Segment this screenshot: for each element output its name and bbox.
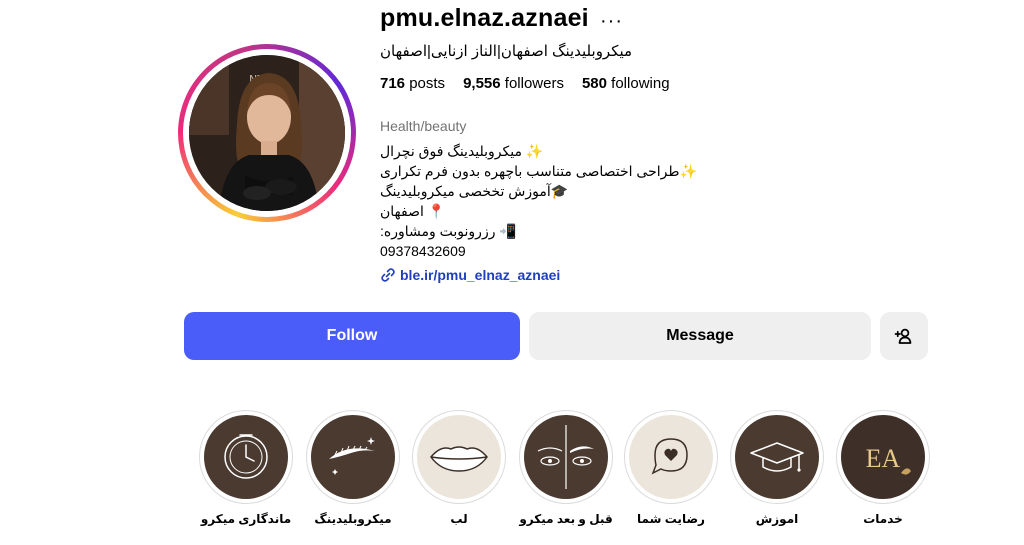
full-name: میکروبلیدینگ اصفهان|الناز ازنایی|اصفهان: [380, 43, 633, 60]
profile-link[interactable]: ble.ir/pmu_elnaz_aznaei: [380, 267, 560, 283]
graduation-cap-icon: [750, 442, 804, 472]
following-count: 580: [581, 75, 607, 92]
highlight-label: رضایت شما: [637, 512, 705, 526]
profile-stats: 716 posts 9,556 followers 580 following: [380, 75, 670, 92]
highlight-label: خدمات: [863, 512, 903, 526]
highlight-cover: [524, 415, 608, 499]
highlight-cover: [735, 415, 819, 499]
highlight-cover: [204, 415, 288, 499]
avatar-border: NTER: [183, 49, 351, 217]
highlight-cover: [417, 415, 501, 499]
highlight-ring: [306, 410, 400, 504]
following-label: following: [611, 75, 670, 92]
more-options-icon[interactable]: ···: [600, 10, 623, 33]
phone-number: 09378432609: [380, 243, 466, 259]
avatar-illustration: NTER: [189, 55, 345, 211]
logo-text: EA: [866, 444, 901, 473]
add-person-icon: [894, 328, 912, 344]
bio-line: 📍 اصفهان: [380, 203, 446, 219]
link-icon: [381, 268, 395, 282]
highlight-item[interactable]: ماندگاری میکرو: [193, 410, 299, 526]
followers-stat[interactable]: 9,556 followers: [463, 75, 564, 92]
posts-count: 716: [380, 75, 406, 92]
bio-line: ✨طراحی اختصاصی متناسب باچهره بدون فرم تک…: [380, 163, 697, 179]
highlight-cover: [311, 415, 395, 499]
following-stat[interactable]: 580 following: [582, 75, 670, 92]
story-highlights: ماندگاری میکرو میکروبلیدینگ لب قبل و بعد…: [0, 410, 1024, 545]
posts-stat[interactable]: 716 posts: [380, 75, 445, 92]
profile-avatar[interactable]: NTER: [178, 44, 356, 222]
highlight-cover: [629, 415, 713, 499]
highlight-ring: EA: [836, 410, 930, 504]
highlight-label: اموزش: [755, 512, 799, 526]
highlight-item[interactable]: قبل و بعد میکرو: [513, 410, 619, 526]
bio-line: 📲 رزرونوبت ومشاوره:: [380, 223, 517, 239]
eyebrow-icon: [329, 437, 375, 475]
profile-link-text: ble.ir/pmu_elnaz_aznaei: [400, 267, 561, 283]
bio-line: 🎓آموزش تخخصی میکروبلیدینگ: [380, 183, 569, 199]
bio-line: ✨ میکروبلیدینگ فوق نچرال: [380, 143, 544, 159]
highlight-item[interactable]: لب: [406, 410, 512, 526]
before-after-icon: [537, 425, 594, 489]
highlight-ring: [624, 410, 718, 504]
heart-chat-icon: [651, 438, 688, 475]
highlight-ring: [519, 410, 613, 504]
highlight-item[interactable]: EA خدمات: [830, 410, 936, 526]
followers-label: followers: [504, 75, 564, 92]
highlight-ring: [730, 410, 824, 504]
followers-count: 9,556: [463, 75, 501, 92]
highlight-label: لب: [450, 512, 468, 526]
avatar-photo: NTER: [189, 55, 345, 211]
logo-ea-icon: EA: [866, 444, 911, 475]
suggest-user-button[interactable]: [880, 312, 928, 360]
highlight-ring: [199, 410, 293, 504]
message-button[interactable]: Message: [529, 312, 871, 360]
posts-label: posts: [409, 75, 446, 92]
highlight-label: قبل و بعد میکرو: [519, 512, 613, 526]
highlight-ring: [412, 410, 506, 504]
follow-button[interactable]: Follow: [184, 312, 520, 360]
clock-icon: [224, 434, 268, 479]
lips-icon: [430, 446, 488, 472]
highlight-item[interactable]: رضایت شما: [618, 410, 724, 526]
profile-bio: ✨ میکروبلیدینگ فوق نچرال ✨طراحی اختصاصی …: [380, 141, 697, 261]
highlight-item[interactable]: میکروبلیدینگ: [300, 410, 406, 526]
profile-category: Health/beauty: [380, 118, 467, 134]
highlight-label: ماندگاری میکرو: [200, 512, 292, 526]
username: pmu.elnaz.aznaei: [380, 4, 589, 32]
highlight-label: میکروبلیدینگ: [314, 512, 392, 526]
highlight-item[interactable]: اموزش: [724, 410, 830, 526]
highlight-cover: EA: [841, 415, 925, 499]
